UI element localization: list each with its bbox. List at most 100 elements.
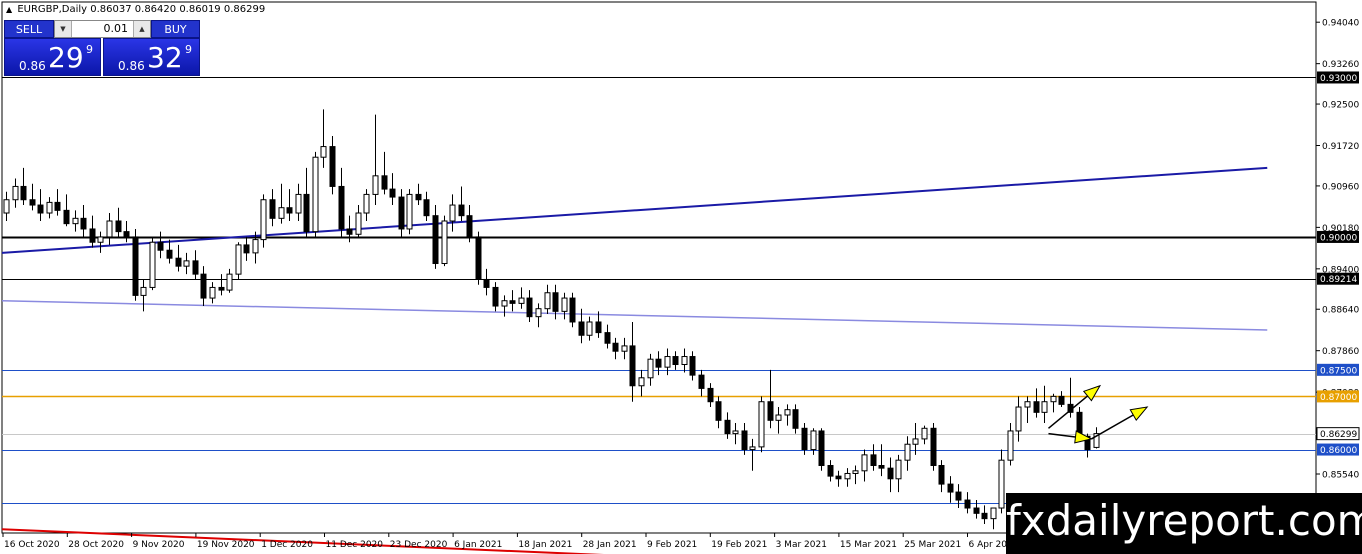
candle-body <box>604 332 611 344</box>
candle-body <box>715 401 722 421</box>
candle-body <box>123 231 130 238</box>
plot-area <box>1 1 1317 534</box>
price-chart[interactable]: 0.940400.932600.925000.917200.909600.901… <box>0 0 1362 554</box>
candle-body <box>1015 406 1022 432</box>
candle-body <box>243 244 250 254</box>
candle-body <box>355 212 362 235</box>
candle-body <box>1024 401 1031 408</box>
candle-body <box>338 185 345 230</box>
candle <box>149 236 156 291</box>
candle-body <box>861 454 868 472</box>
candle-body <box>149 241 156 288</box>
level-label: 0.89214 <box>1320 275 1357 285</box>
candle-body <box>810 430 817 451</box>
candle-body <box>973 507 980 514</box>
time-tick-label: 19 Feb 2021 <box>711 540 767 550</box>
candle-body <box>132 236 139 296</box>
candle-body <box>458 204 465 217</box>
symbol-label: EURGBP,Daily <box>17 4 88 15</box>
candle-body <box>526 297 533 318</box>
lot-decrease-icon[interactable]: ▼ <box>55 21 72 37</box>
candle-body <box>578 321 585 336</box>
candle-body <box>664 356 671 368</box>
candle-body <box>183 260 190 267</box>
candle-body <box>252 239 259 254</box>
sell-button[interactable]: SELL <box>4 20 54 38</box>
candle-body <box>681 356 688 366</box>
candle-body <box>260 199 267 241</box>
watermark: fxdailyreport.com <box>1006 493 1362 554</box>
candle <box>441 215 448 267</box>
candle-body <box>475 236 482 280</box>
buy-quote[interactable]: 0.86 32 9 <box>103 38 200 76</box>
buy-button[interactable]: BUY <box>151 20 200 38</box>
time-tick-label: 16 Oct 2020 <box>4 540 60 550</box>
candle-body <box>998 459 1005 509</box>
collapse-triangle-icon[interactable]: ▲ <box>6 5 12 14</box>
buy-quote-prefix: 0.86 <box>118 59 145 73</box>
lot-value[interactable]: 0.01 <box>104 22 129 35</box>
candle-body <box>175 257 182 267</box>
price-tick-label: 0.88640 <box>1322 306 1359 316</box>
candle-body <box>235 244 242 275</box>
lot-size-input[interactable]: ▼ 0.01 ▲ <box>54 20 151 38</box>
candle-body <box>698 374 705 389</box>
candle-body <box>200 273 207 299</box>
lot-increase-icon[interactable]: ▲ <box>133 21 150 37</box>
candle-body <box>466 215 473 238</box>
candle <box>475 231 482 285</box>
candle-body <box>732 430 739 435</box>
candle-body <box>930 427 937 466</box>
candle-body <box>552 292 559 312</box>
candle-body <box>621 345 628 352</box>
candle-body <box>887 467 894 480</box>
candle-body <box>441 220 448 265</box>
candle-body <box>157 241 164 251</box>
candle-body <box>612 342 619 352</box>
time-tick-label: 9 Nov 2020 <box>133 540 185 550</box>
candle-body <box>569 297 576 323</box>
candle-body <box>638 377 645 387</box>
time-tick-label: 15 Mar 2021 <box>840 540 897 550</box>
candle-body <box>54 201 61 211</box>
candle-body <box>724 419 731 435</box>
candle-body <box>329 146 336 187</box>
candle <box>235 242 242 280</box>
candle-body <box>29 199 36 206</box>
candle-body <box>295 193 302 214</box>
candle-body <box>389 188 396 198</box>
candle-body <box>12 185 19 201</box>
sell-quote-pips: 29 <box>48 41 84 74</box>
price-tick-label: 0.91720 <box>1322 142 1359 152</box>
candle-body <box>423 199 430 217</box>
sell-quote[interactable]: 0.86 29 9 <box>4 38 101 76</box>
candle-body <box>878 464 885 469</box>
candle-body <box>938 464 945 485</box>
candle-body <box>398 196 405 230</box>
time-tick-label: 25 Mar 2021 <box>904 540 961 550</box>
candle-body <box>707 387 714 403</box>
candle-body <box>912 438 919 445</box>
ohlc-values: 0.86037 0.86420 0.86019 0.86299 <box>90 4 266 15</box>
time-tick-label: 18 Jan 2021 <box>518 540 572 550</box>
candle-body <box>921 427 928 440</box>
candle-body <box>775 414 782 421</box>
candle <box>569 292 576 328</box>
candle-body <box>870 454 877 466</box>
time-tick-label: 1 Dec 2020 <box>261 540 313 550</box>
candle-body <box>209 286 216 299</box>
price-tick-label: 0.90960 <box>1322 182 1359 192</box>
candle-body <box>586 321 593 336</box>
sell-quote-prefix: 0.86 <box>19 59 46 73</box>
candle <box>132 228 139 301</box>
candle-body <box>140 286 147 296</box>
candle-body <box>767 401 774 421</box>
time-tick-label: 6 Jan 2021 <box>454 540 502 550</box>
price-tick-label: 0.87860 <box>1322 347 1359 357</box>
candle <box>818 428 825 471</box>
candle-body <box>655 358 662 368</box>
candle-body <box>346 228 353 235</box>
level-label: 0.90000 <box>1320 233 1357 243</box>
candle-body <box>115 220 122 233</box>
candle <box>260 194 267 248</box>
